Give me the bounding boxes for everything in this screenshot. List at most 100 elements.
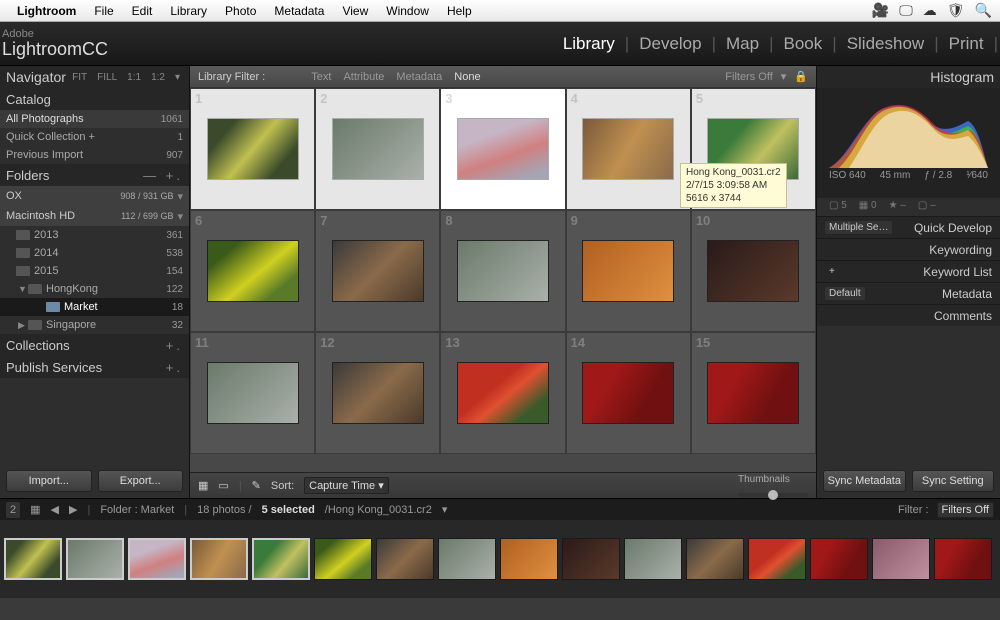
catalog-prev[interactable]: Previous Import907 xyxy=(0,146,189,164)
module-map[interactable]: Map xyxy=(716,34,769,54)
next-icon[interactable]: ▶ xyxy=(69,503,77,516)
filter-text[interactable]: Text xyxy=(311,71,331,83)
folder-2015[interactable]: 2015154 xyxy=(0,262,189,280)
module-book[interactable]: Book xyxy=(774,34,833,54)
thumbnail-size-slider[interactable] xyxy=(738,493,808,497)
filmstrip-thumb[interactable] xyxy=(128,538,186,580)
catalog-quick[interactable]: Quick Collection +1 xyxy=(0,128,189,146)
catalog-all[interactable]: All Photographs1061 xyxy=(0,110,189,128)
grid-view-icon[interactable]: ▦ xyxy=(198,479,208,492)
module-develop[interactable]: Develop xyxy=(629,34,711,54)
publish-header[interactable]: Publish Services+. xyxy=(0,356,189,378)
folder-hongkong[interactable]: ▼HongKong122 xyxy=(0,280,189,298)
module-slideshow[interactable]: Slideshow xyxy=(837,34,935,54)
opt-ratio[interactable]: 1:2 xyxy=(148,72,168,83)
sync-metadata-button[interactable]: Sync Metadata xyxy=(823,470,906,492)
chevron-down-icon[interactable]: ▾ xyxy=(177,190,183,203)
sync-settings-button[interactable]: Sync Setting xyxy=(912,470,995,492)
search-icon[interactable]: 🔍 xyxy=(975,2,992,19)
grid-cell[interactable]: 10 xyxy=(691,210,816,332)
filmstrip-thumb[interactable] xyxy=(748,538,806,580)
sort-select[interactable]: Capture Time ▾ xyxy=(304,477,389,494)
grid-cell[interactable]: 14 xyxy=(566,332,691,454)
chevron-down-icon[interactable]: ▾ xyxy=(172,72,183,83)
menu-window[interactable]: Window xyxy=(377,4,438,18)
app-menu[interactable]: Lightroom xyxy=(8,4,85,18)
folders-header[interactable]: Folders— +. xyxy=(0,164,189,186)
grid-cell[interactable]: 2 xyxy=(315,88,440,210)
grid-cell-current[interactable]: 3 xyxy=(440,88,565,210)
folder-market[interactable]: Market18 xyxy=(0,298,189,316)
filmstrip-filter-select[interactable]: Filters Off xyxy=(937,502,994,518)
comments-header[interactable]: Comments xyxy=(817,304,1000,326)
filter-none[interactable]: None xyxy=(454,71,480,83)
import-button[interactable]: Import... xyxy=(6,470,92,492)
camera-icon[interactable]: 🎥 xyxy=(872,2,889,19)
filmstrip-thumb[interactable] xyxy=(624,538,682,580)
grid-cell[interactable]: 1 xyxy=(190,88,315,210)
navigator-header[interactable]: Navigator FIT FILL 1:1 1:2 ▾ xyxy=(0,66,189,88)
filmstrip-thumb[interactable] xyxy=(438,538,496,580)
cloud-icon[interactable]: ☁ xyxy=(923,2,937,19)
catalog-header[interactable]: Catalog xyxy=(0,88,189,110)
keyword-list-header[interactable]: +Keyword List xyxy=(817,260,1000,282)
folder-2014[interactable]: 2014538 xyxy=(0,244,189,262)
grid-cell[interactable]: 4 xyxy=(566,88,691,210)
opt-1-1[interactable]: 1:1 xyxy=(124,72,144,83)
chevron-down-icon[interactable]: ▾ xyxy=(781,70,787,83)
opt-fill[interactable]: FILL xyxy=(94,72,120,83)
filmstrip-thumb[interactable] xyxy=(562,538,620,580)
grid-cell[interactable]: 6 xyxy=(190,210,315,332)
filmstrip-thumb[interactable] xyxy=(686,538,744,580)
filmstrip-thumb[interactable] xyxy=(4,538,62,580)
grid-cell[interactable]: 11 xyxy=(190,332,315,454)
menu-help[interactable]: Help xyxy=(438,4,481,18)
filmstrip-thumb[interactable] xyxy=(934,538,992,580)
grid-cell[interactable]: 13 xyxy=(440,332,565,454)
export-button[interactable]: Export... xyxy=(98,470,184,492)
collections-header[interactable]: Collections+. xyxy=(0,334,189,356)
quick-develop-header[interactable]: Multiple Se…Quick Develop xyxy=(817,216,1000,238)
chevron-down-icon[interactable]: ▾ xyxy=(442,503,448,516)
drive-mac[interactable]: Macintosh HD112 / 699 GB▾ xyxy=(0,206,189,226)
filmstrip-thumb[interactable] xyxy=(872,538,930,580)
menu-file[interactable]: File xyxy=(85,4,122,18)
publish-plus[interactable]: +. xyxy=(166,360,183,375)
lock-icon[interactable]: 🔒 xyxy=(794,70,808,83)
menu-metadata[interactable]: Metadata xyxy=(265,4,333,18)
grid-cell[interactable]: 7 xyxy=(315,210,440,332)
menu-edit[interactable]: Edit xyxy=(123,4,162,18)
filter-attribute[interactable]: Attribute xyxy=(343,71,384,83)
display-icon[interactable]: 🖵 xyxy=(899,2,913,19)
loupe-view-icon[interactable]: ▭ xyxy=(218,479,228,492)
filmstrip-thumb[interactable] xyxy=(314,538,372,580)
prev-icon[interactable]: ◀ xyxy=(51,503,59,516)
filter-metadata[interactable]: Metadata xyxy=(396,71,442,83)
grid-icon[interactable]: ▦ xyxy=(30,503,40,516)
filmstrip-thumb[interactable] xyxy=(500,538,558,580)
secondary-display-icon[interactable]: 2 xyxy=(6,502,20,518)
filmstrip-thumb[interactable] xyxy=(376,538,434,580)
filmstrip-thumb[interactable] xyxy=(190,538,248,580)
grid-cell[interactable]: 12 xyxy=(315,332,440,454)
metadata-header[interactable]: DefaultMetadata xyxy=(817,282,1000,304)
folders-plusminus[interactable]: — +. xyxy=(143,168,183,183)
chevron-down-icon[interactable]: ▾ xyxy=(177,210,183,223)
menu-library[interactable]: Library xyxy=(161,4,216,18)
folder-singapore[interactable]: ▶Singapore32 xyxy=(0,316,189,334)
opt-fit[interactable]: FIT xyxy=(69,72,90,83)
filters-off-label[interactable]: Filters Off xyxy=(725,71,772,83)
filmstrip[interactable] xyxy=(0,520,1000,598)
module-print[interactable]: Print xyxy=(939,34,994,54)
module-library[interactable]: Library xyxy=(553,34,625,54)
painter-icon[interactable]: ✎ xyxy=(252,479,261,492)
filmstrip-thumb[interactable] xyxy=(252,538,310,580)
menu-view[interactable]: View xyxy=(333,4,377,18)
breadcrumb[interactable]: Folder : Market xyxy=(100,504,174,516)
collections-plus[interactable]: +. xyxy=(166,338,183,353)
keywording-header[interactable]: Keywording xyxy=(817,238,1000,260)
grid-cell[interactable]: 8 xyxy=(440,210,565,332)
menu-photo[interactable]: Photo xyxy=(216,4,265,18)
histogram-header[interactable]: Histogram xyxy=(817,66,1000,88)
filmstrip-thumb[interactable] xyxy=(66,538,124,580)
